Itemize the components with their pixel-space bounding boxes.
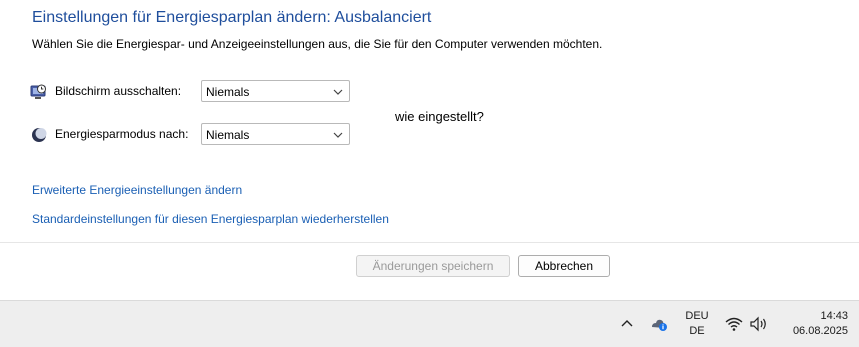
onedrive-info-icon[interactable] (649, 315, 669, 333)
sleep-select[interactable]: Niemals (201, 123, 350, 145)
wifi-icon[interactable] (725, 316, 743, 332)
taskbar: DEU DE 14:43 06.08.2025 (0, 300, 859, 347)
language-bottom: DE (689, 325, 705, 337)
page-title: Einstellungen für Energiesparplan ändern… (32, 9, 432, 26)
restore-defaults-link[interactable]: Standardeinstellungen für diesen Energie… (32, 212, 389, 226)
save-button[interactable]: Änderungen speichern (356, 255, 510, 277)
moon-icon (30, 126, 48, 144)
sleep-value: Niemals (206, 128, 250, 142)
chevron-up-icon[interactable] (619, 316, 635, 332)
divider (0, 242, 859, 243)
advanced-settings-link[interactable]: Erweiterte Energieeinstellungen ändern (32, 183, 242, 197)
cancel-button[interactable]: Abbrechen (518, 255, 610, 277)
floating-text: wie eingestellt? (395, 109, 484, 124)
display-off-select[interactable]: Niemals (201, 80, 350, 102)
content-area: Einstellungen für Energiesparplan ändern… (0, 0, 859, 242)
page-subtitle: Wählen Sie die Energiespar- und Anzeigee… (32, 37, 603, 51)
chevron-down-icon (332, 128, 344, 140)
monitor-clock-icon (30, 83, 48, 101)
display-off-label: Bildschirm ausschalten: (55, 84, 182, 98)
speaker-icon[interactable] (749, 316, 769, 332)
sleep-label: Energiesparmodus nach: (55, 127, 189, 141)
language-indicator[interactable]: DEU DE (682, 310, 712, 337)
clock-date: 06.08.2025 (792, 325, 848, 337)
chevron-down-icon (332, 85, 344, 97)
language-top: DEU (685, 310, 709, 322)
clock[interactable]: 14:43 06.08.2025 (778, 310, 848, 337)
clock-time: 14:43 (820, 310, 848, 322)
power-plan-window: Einstellungen für Energiesparplan ändern… (0, 0, 859, 347)
display-off-value: Niemals (206, 85, 250, 99)
